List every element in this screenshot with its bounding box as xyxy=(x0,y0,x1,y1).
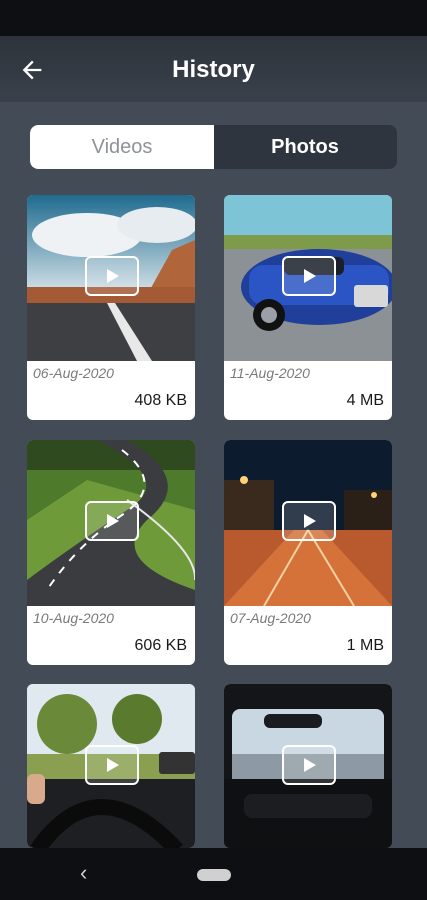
item-date: 10-Aug-2020 xyxy=(33,610,114,626)
play-icon xyxy=(85,501,139,541)
item-date: 07-Aug-2020 xyxy=(230,610,311,626)
item-size: 606 KB xyxy=(134,637,187,654)
item-size: 4 MB xyxy=(346,392,384,409)
play-icon xyxy=(282,501,336,541)
play-icon xyxy=(85,256,139,296)
play-icon xyxy=(282,256,336,296)
nav-home-pill[interactable] xyxy=(197,869,231,881)
history-item[interactable]: 06-Aug-2020 408 KB xyxy=(27,195,195,420)
item-date: 11-Aug-2020 xyxy=(230,365,310,381)
system-nav-bar: ‹ xyxy=(0,848,427,900)
item-size: 408 KB xyxy=(134,392,187,409)
item-size: 1 MB xyxy=(346,637,384,654)
play-icon xyxy=(282,745,336,785)
history-item[interactable]: 10-Aug-2020 606 KB xyxy=(27,440,195,665)
history-grid: 06-Aug-2020 408 KB 11-Aug-2020 4 MB 10-A… xyxy=(0,0,427,900)
item-date: 06-Aug-2020 xyxy=(33,365,114,381)
history-item[interactable] xyxy=(224,684,392,848)
play-icon xyxy=(85,745,139,785)
nav-back-icon[interactable]: ‹ xyxy=(80,862,100,884)
history-item[interactable] xyxy=(27,684,195,848)
history-item[interactable]: 07-Aug-2020 1 MB xyxy=(224,440,392,665)
history-item[interactable]: 11-Aug-2020 4 MB xyxy=(224,195,392,420)
